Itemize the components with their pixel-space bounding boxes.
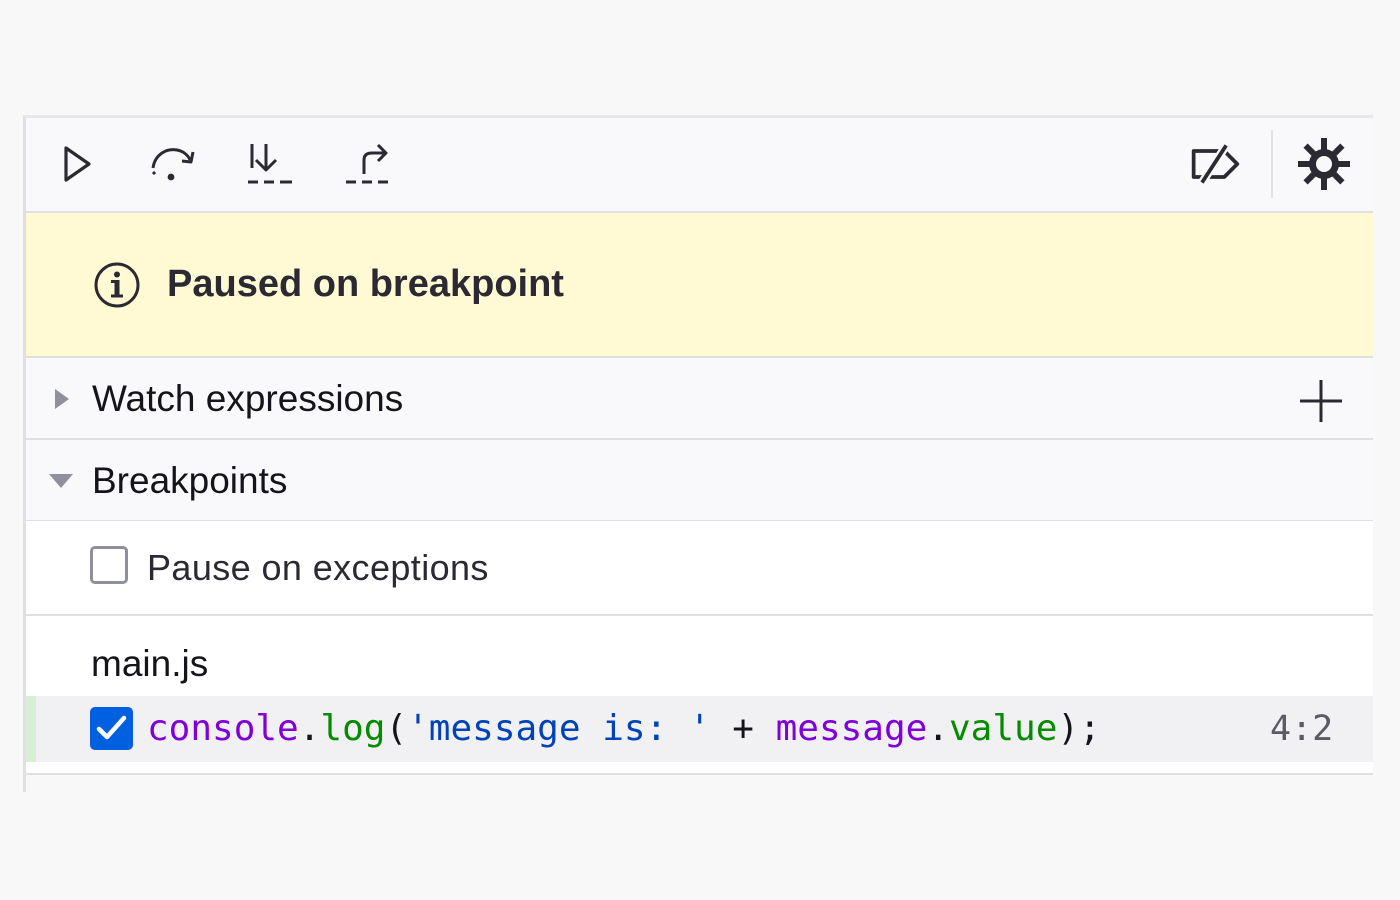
paused-line-marker (26, 696, 36, 762)
breakpoints-label: Breakpoints (92, 460, 288, 501)
step-out-button[interactable] (342, 138, 394, 190)
breakpoints-disabled-icon (1191, 143, 1240, 185)
code-token-string: 'message is: ' (407, 708, 711, 749)
breakpoints-header[interactable]: Breakpoints (26, 440, 1373, 522)
breakpoint-file-group: main.js console.log('message is: ' + mes… (26, 616, 1373, 775)
resume-button[interactable] (50, 138, 102, 190)
watch-expressions-header[interactable]: Watch expressions (26, 358, 1373, 440)
step-over-button[interactable] (147, 138, 199, 190)
breakpoint-enabled-checkbox[interactable] (90, 707, 133, 750)
breakpoint-item[interactable]: console.log('message is: ' + message.val… (26, 696, 1373, 762)
breakpoint-file-name: main.js (91, 643, 209, 684)
code-token-dot: . (298, 708, 321, 749)
code-token-property: value (949, 708, 1058, 749)
paused-message: Paused on breakpoint (167, 263, 564, 305)
watch-expressions-label: Watch expressions (92, 378, 404, 419)
breakpoint-code: console.log('message is: ' + message.val… (147, 706, 1101, 752)
code-token-variable: message (775, 708, 928, 749)
step-out-icon (346, 143, 388, 184)
step-in-icon (248, 144, 292, 184)
code-token-paren: ( (385, 708, 408, 749)
chevron-right-icon[interactable] (48, 386, 74, 412)
step-over-icon (151, 148, 195, 181)
code-token-dot: . (927, 708, 949, 749)
play-icon (64, 146, 91, 182)
info-icon (94, 262, 140, 308)
settings-button[interactable] (1298, 138, 1350, 190)
paused-banner: Paused on breakpoint (26, 213, 1373, 358)
debugger-toolbar (26, 118, 1373, 213)
code-token-close: ); (1057, 708, 1101, 749)
plus-icon (1300, 380, 1342, 422)
add-watch-expression-button[interactable] (1296, 376, 1346, 426)
debugger-panel: Paused on breakpoint Watch expressions B… (23, 115, 1373, 792)
gear-icon (1298, 138, 1350, 190)
breakpoint-location: 4:2 (1270, 709, 1334, 749)
code-token-object: console (147, 708, 299, 749)
pause-on-exceptions-row: Pause on exceptions (26, 521, 1373, 616)
pause-on-exceptions-label[interactable]: Pause on exceptions (147, 547, 489, 589)
code-token-operator: + (710, 708, 776, 749)
checkmark-icon (96, 715, 127, 740)
toolbar-separator (1271, 130, 1273, 198)
code-token-method: log (320, 708, 386, 749)
step-in-button[interactable] (244, 138, 296, 190)
chevron-down-icon[interactable] (48, 468, 74, 494)
pause-on-exceptions-checkbox[interactable] (90, 546, 128, 584)
deactivate-breakpoints-button[interactable] (1189, 138, 1241, 190)
